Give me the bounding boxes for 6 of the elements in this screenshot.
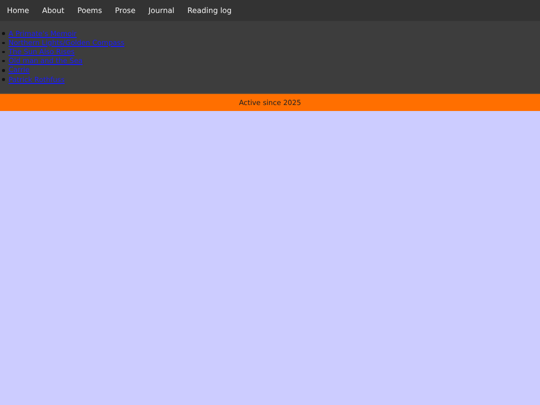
bullet-icon bbox=[2, 32, 4, 35]
bullet-icon bbox=[2, 60, 4, 62]
bullet-icon bbox=[2, 42, 4, 44]
bullet-icon bbox=[2, 78, 4, 81]
bullet-icon bbox=[2, 69, 4, 72]
bullet-icon bbox=[2, 50, 4, 54]
